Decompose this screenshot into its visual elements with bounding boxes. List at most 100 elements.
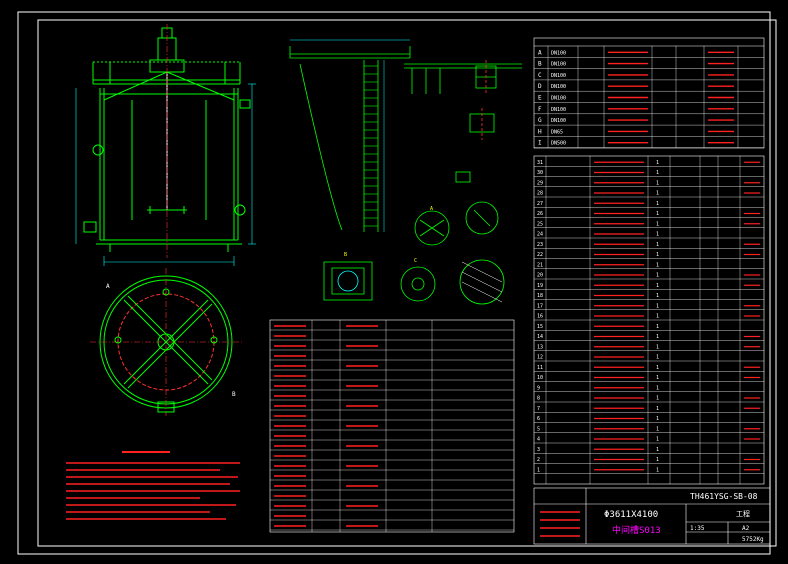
part-number: 16 <box>537 314 543 320</box>
part-qty: 1 <box>656 252 659 258</box>
equipment-name: 中间槽S013 <box>612 524 661 536</box>
part-number: 6 <box>537 416 540 422</box>
part-number: 10 <box>537 375 543 381</box>
part-number: 27 <box>537 201 543 207</box>
nozzle-mark: H <box>538 128 542 135</box>
parts-list-cells: 31 130 129 128 127 126 125 124 123 122 121 120 119 11… <box>537 160 760 473</box>
part-number: 11 <box>537 365 543 371</box>
nozzle-size: DN100 <box>551 62 566 68</box>
nozzle-mark: I <box>538 140 542 147</box>
part-number: 23 <box>537 242 543 248</box>
part-qty: 1 <box>656 437 659 443</box>
cad-drawing: A B A B C A DN100B DN100C DN100D DN100E … <box>17 11 777 555</box>
nozzle-mark: B <box>538 61 542 68</box>
nozzle-size: DN100 <box>551 118 566 124</box>
nozzle-size: DN100 <box>551 73 566 79</box>
weight-value: 5752Kg <box>742 536 764 543</box>
part-number: 18 <box>537 293 543 299</box>
part-qty: 1 <box>656 365 659 371</box>
part-number: 3 <box>537 447 540 453</box>
section-label-a: A <box>430 206 433 212</box>
part-number: 25 <box>537 221 543 227</box>
nozzle-mark: C <box>538 72 542 79</box>
plan-label-a: A <box>106 283 110 290</box>
part-number: 4 <box>537 437 540 443</box>
part-qty: 1 <box>656 334 659 340</box>
part-qty: 1 <box>656 406 659 412</box>
section-label-b: B <box>344 252 347 258</box>
part-qty: 1 <box>656 457 659 463</box>
part-number: 9 <box>537 385 540 391</box>
section-views <box>323 201 505 305</box>
part-qty: 1 <box>656 467 659 473</box>
part-qty: 1 <box>656 416 659 422</box>
part-number: 21 <box>537 262 543 268</box>
part-number: 12 <box>537 355 543 361</box>
design-data-table <box>269 319 515 533</box>
part-qty: 1 <box>656 232 659 238</box>
part-number: 14 <box>537 334 543 340</box>
nozzle-size: DN100 <box>551 84 566 90</box>
nozzle-mark: D <box>538 83 542 90</box>
nozzle-table-cells: A DN100 B DN100 C DN100 D DN100 E DN100 F DN100 G DN1… <box>538 49 734 147</box>
part-number: 8 <box>537 396 540 402</box>
part-number: 17 <box>537 303 543 309</box>
part-number: 26 <box>537 211 543 217</box>
part-number: 1 <box>537 467 540 473</box>
plan-label-b: B <box>232 391 236 398</box>
part-number: 24 <box>537 232 543 238</box>
part-number: 5 <box>537 426 540 432</box>
part-qty: 1 <box>656 426 659 432</box>
part-qty: 1 <box>656 242 659 248</box>
part-number: 29 <box>537 180 543 186</box>
part-number: 22 <box>537 252 543 258</box>
inner-border <box>37 19 777 547</box>
part-number: 7 <box>537 406 540 412</box>
part-qty: 1 <box>656 396 659 402</box>
nozzle-mark: E <box>538 95 542 102</box>
part-qty: 1 <box>656 375 659 381</box>
part-qty: 1 <box>656 191 659 197</box>
design-data-rows <box>270 329 514 531</box>
part-number: 31 <box>537 160 543 166</box>
part-qty: 1 <box>656 355 659 361</box>
nozzle-size: DN100 <box>551 50 566 56</box>
part-qty: 1 <box>656 160 659 166</box>
part-number: 30 <box>537 170 543 176</box>
nozzle-size: DN100 <box>551 96 566 102</box>
part-number: 28 <box>537 191 543 197</box>
elevation-dimensions <box>75 83 256 266</box>
part-qty: 1 <box>656 314 659 320</box>
drawing-number: TH461YSG-SB-08 <box>690 492 758 501</box>
part-qty: 1 <box>656 170 659 176</box>
tank-plan-view <box>90 268 242 416</box>
part-qty: 1 <box>656 447 659 453</box>
part-qty: 1 <box>656 211 659 217</box>
part-qty: 1 <box>656 262 659 268</box>
part-number: 2 <box>537 457 540 463</box>
nozzle-mark: G <box>538 117 542 124</box>
part-number: 13 <box>537 344 543 350</box>
part-qty: 1 <box>656 180 659 186</box>
part-qty: 1 <box>656 385 659 391</box>
drawing-canvas: A B A B C A DN100 B DN100 C DN100 D DN10… <box>0 0 788 564</box>
ladder-cage-profile <box>299 63 343 231</box>
part-qty: 1 <box>656 283 659 289</box>
part-qty: 1 <box>656 303 659 309</box>
signature-rows <box>540 511 580 537</box>
nozzle-size: DN100 <box>551 107 566 113</box>
technical-notes <box>61 447 243 529</box>
equipment-spec: Φ3611X4100 <box>604 510 658 520</box>
part-number: 19 <box>537 283 543 289</box>
part-number: 20 <box>537 273 543 279</box>
bracket-detail-1 <box>455 60 497 183</box>
nozzle-mark: F <box>538 106 542 113</box>
part-qty: 1 <box>656 273 659 279</box>
nozzle-size: DN500 <box>551 141 566 147</box>
ladder-elevation <box>289 46 411 232</box>
design-data-text <box>274 325 378 527</box>
nozzle-size: DN65 <box>551 129 563 135</box>
part-qty: 1 <box>656 324 659 330</box>
part-qty: 1 <box>656 221 659 227</box>
part-qty: 1 <box>656 201 659 207</box>
